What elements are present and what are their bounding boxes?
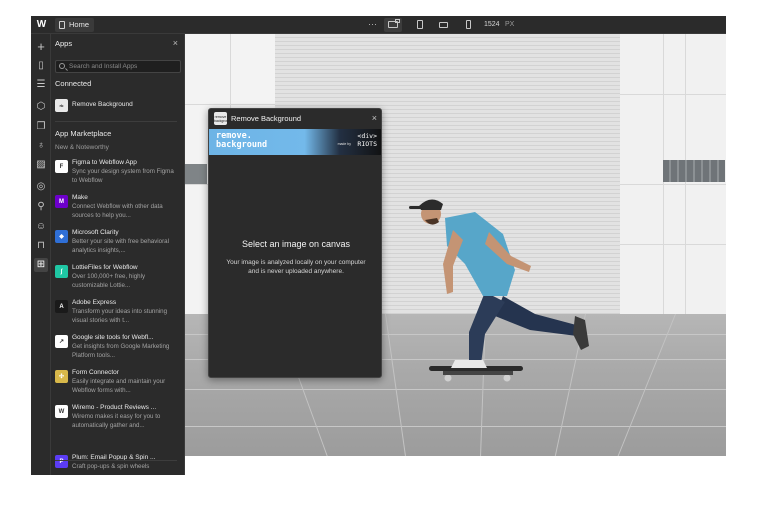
app-description: Wiremo makes it easy for you to automati…: [72, 413, 161, 429]
app-name: Wiremo - Product Reviews ...: [72, 404, 157, 411]
list-item[interactable]: F Figma to Webflow App Sync your design sy…: [55, 159, 177, 189]
canvas-width-unit: PX: [505, 21, 515, 28]
mobile-portrait-breakpoint-icon[interactable]: [459, 18, 477, 32]
app-description: Sync your design system from Figma to We…: [72, 168, 174, 184]
canvas-footer: [185, 456, 726, 475]
components-icon[interactable]: ⬡: [34, 100, 48, 114]
ecommerce-icon[interactable]: ⚲: [34, 200, 48, 214]
modal-description: Your image is analyzed locally on your c…: [226, 259, 366, 275]
users-icon[interactable]: ☺: [34, 220, 48, 234]
list-item[interactable]: ∫ LottieFiles for Webflow Over 100,000+ fr…: [55, 264, 177, 294]
app-banner: remove. background made by <div> RIOTS: [209, 129, 381, 155]
app-logo-icon: P: [55, 455, 68, 468]
list-item[interactable]: ✣ Form Connector Easily integrate and main…: [55, 369, 177, 399]
tablet-breakpoint-icon[interactable]: [411, 18, 429, 32]
webflow-logo-icon[interactable]: W: [35, 19, 48, 31]
connected-app-item[interactable]: rb Remove Background: [55, 98, 177, 114]
marketplace-subheading: New & Noteworthy: [55, 144, 109, 151]
search-icon: [59, 63, 65, 69]
list-item[interactable]: ↗ Google site tools for Webfl... Get insig…: [55, 334, 177, 364]
banner-title: remove. background: [216, 131, 268, 150]
app-logo-icon: ◆: [55, 230, 68, 243]
left-toolbar: + ▯ ☰ ⬡ ❐ ♁ ▨ ◎ ⚲ ☺ ⊓ ⊞: [31, 34, 51, 475]
app-logo-icon: ∫: [55, 265, 68, 278]
app-description: Craft pop-ups & spin wheels: [72, 463, 150, 470]
apps-icon[interactable]: ⊞: [34, 258, 48, 272]
remove-background-icon: rb: [55, 99, 68, 112]
banner-made-by: made by: [337, 142, 351, 146]
app-name: Form Connector: [72, 369, 119, 376]
apps-panel: Apps × Search and Install Apps Connected…: [51, 34, 185, 475]
app-logo-icon: ↗: [55, 335, 68, 348]
more-breakpoints-icon[interactable]: ···: [368, 18, 377, 30]
app-description: Better your site with free behavioral an…: [72, 238, 169, 254]
page-name: Home: [69, 20, 90, 29]
top-toolbar: W Home ··· 1524 PX: [31, 16, 726, 34]
panel-title: Apps: [55, 39, 73, 48]
connected-heading: Connected: [55, 79, 92, 88]
search-placeholder: Search and Install Apps: [69, 63, 138, 70]
app-name: Make: [72, 194, 88, 201]
app-logo-icon: M: [55, 195, 68, 208]
modal-title: Remove Background: [231, 114, 302, 123]
divider: [55, 460, 177, 461]
riots-logo: <div> RIOTS: [357, 132, 377, 148]
app-description: Connect Webflow with other data sources …: [72, 203, 163, 219]
variables-icon[interactable]: ♁: [34, 139, 48, 153]
list-item[interactable]: ◆ Microsoft Clarity Better your site with …: [55, 229, 177, 259]
modal-heading: Select an image on canvas: [241, 239, 351, 249]
pages-icon[interactable]: ▯: [34, 59, 48, 73]
remove-background-modal: remove background Remove Background × re…: [208, 108, 382, 378]
app-description: Transform your ideas into stunning visua…: [72, 308, 168, 324]
app-description: Easily integrate and maintain your Webfl…: [72, 378, 166, 394]
list-item[interactable]: P Plum: Email Popup & Spin ... Craft pop-u…: [55, 454, 177, 475]
close-icon[interactable]: ×: [372, 113, 377, 123]
page-icon: [59, 21, 65, 29]
search-input[interactable]: Search and Install Apps: [55, 60, 181, 73]
app-logo-icon: ✣: [55, 370, 68, 383]
list-item[interactable]: M Make Connect Webflow with other data sou…: [55, 194, 177, 224]
app-name: Adobe Express: [72, 299, 117, 306]
canvas-width-value[interactable]: 1524: [484, 18, 500, 32]
app-logo-icon: W: [55, 405, 68, 418]
navigator-icon[interactable]: ☰: [34, 78, 48, 92]
app-logo-icon: A: [55, 300, 68, 313]
connected-app-name: Remove Background: [72, 101, 133, 108]
app-description: Get insights from Google Marketing Platf…: [72, 343, 170, 359]
mobile-landscape-breakpoint-icon[interactable]: [435, 18, 453, 32]
list-item[interactable]: A Adobe Express Transform your ideas into …: [55, 299, 177, 329]
app-logo-icon: F: [55, 160, 68, 173]
page-selector[interactable]: Home: [55, 18, 95, 32]
remove-background-app-icon: remove background: [214, 112, 232, 125]
logic-icon[interactable]: ⊓: [34, 239, 48, 253]
style-selectors-icon[interactable]: ❐: [34, 120, 48, 134]
marketplace-heading: App Marketplace: [55, 129, 112, 138]
app-name: Google site tools for Webfl...: [72, 334, 154, 341]
app-name: LottieFiles for Webflow: [72, 264, 138, 271]
assets-icon[interactable]: ▨: [34, 158, 48, 172]
add-elements-icon[interactable]: +: [34, 40, 48, 54]
cms-icon[interactable]: ◎: [34, 180, 48, 194]
modal-header: remove background Remove Background ×: [209, 109, 381, 129]
desktop-breakpoint-icon[interactable]: [384, 18, 402, 32]
close-icon[interactable]: ×: [173, 38, 178, 48]
divider: [55, 121, 177, 122]
app-name: Figma to Webflow App: [72, 159, 137, 166]
list-item[interactable]: W Wiremo - Product Reviews ... Wiremo make…: [55, 404, 177, 434]
app-name: Microsoft Clarity: [72, 229, 119, 236]
app-description: Over 100,000+ free, highly customizable …: [72, 273, 146, 289]
